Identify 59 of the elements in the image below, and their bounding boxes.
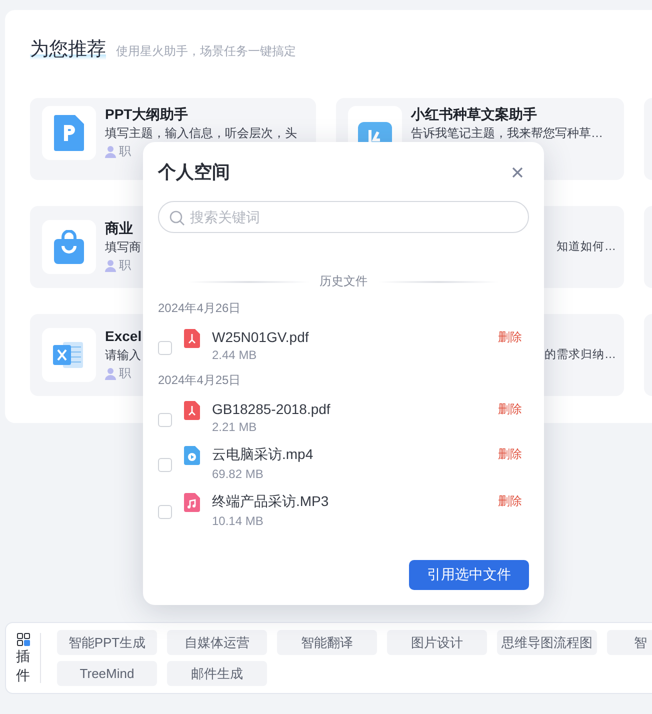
- card-tag: 职: [119, 143, 131, 160]
- search-icon: [169, 210, 185, 226]
- card-title: 小红书种草文案助手: [411, 106, 537, 123]
- card-title: 商业: [105, 220, 133, 237]
- card-description: 请输入: [105, 348, 141, 362]
- card-description: 知道如何…: [556, 240, 616, 254]
- use-selected-files-button[interactable]: 引用选中文件: [409, 560, 529, 590]
- person-icon: [105, 146, 116, 158]
- date-label: 2024年4月25日: [158, 372, 242, 389]
- file-name: W25N01GV.pdf: [212, 329, 310, 345]
- file-name: 终端产品采访.MP3: [212, 493, 330, 511]
- plugin-chip[interactable]: 图片设计: [387, 630, 487, 655]
- card-description: 填写主题，输入信息，听会层次，头: [105, 126, 297, 140]
- file-size: 10.14 MB: [212, 514, 264, 528]
- section-title: 为您推荐: [30, 36, 106, 62]
- delete-link[interactable]: 删除: [498, 446, 522, 463]
- plugin-chip[interactable]: 智能PPT生成: [57, 630, 157, 655]
- file-size: 2.44 MB: [212, 348, 258, 362]
- spreadsheet-icon: [53, 339, 85, 371]
- plugins-label: 件: [16, 666, 30, 684]
- delete-link[interactable]: 删除: [498, 401, 522, 418]
- card-description: 的需求归纳…: [544, 348, 616, 362]
- plugin-chip[interactable]: 智能翻译: [277, 630, 377, 655]
- search-field[interactable]: 搜索关键词: [158, 201, 529, 233]
- card-tag: 职: [119, 365, 131, 382]
- close-icon: [512, 166, 523, 178]
- card-description: 告诉我笔记主题，我来帮您写种草…: [411, 126, 603, 140]
- file-checkbox[interactable]: [158, 458, 172, 472]
- person-icon: [105, 260, 116, 272]
- music-file-icon: [184, 493, 200, 512]
- plugin-chip[interactable]: 智: [607, 630, 652, 655]
- pdf-file-icon: [184, 329, 200, 348]
- file-checkbox[interactable]: [158, 341, 172, 355]
- card-description: 填写商: [105, 240, 141, 254]
- shopping-bag-icon: [54, 230, 84, 264]
- file-name: 云电脑采访.mp4: [212, 446, 314, 464]
- plugins-icon: [16, 632, 30, 646]
- file-size: 69.82 MB: [212, 467, 264, 481]
- card-title: PPT大纲助手: [105, 106, 188, 123]
- card-title: Excel: [105, 328, 142, 345]
- plugin-chip[interactable]: TreeMind: [57, 661, 157, 686]
- section-subtitle: 使用星火助手，场景任务一键搞定: [116, 43, 296, 60]
- plugin-chip[interactable]: 自媒体运营: [167, 630, 267, 655]
- presentation-file-icon: [54, 115, 84, 151]
- delete-link[interactable]: 删除: [498, 493, 522, 510]
- person-icon: [105, 368, 116, 380]
- file-checkbox[interactable]: [158, 505, 172, 519]
- video-file-icon: [184, 446, 200, 465]
- plugin-chip[interactable]: 思维导图流程图: [497, 630, 597, 655]
- file-name: GB18285-2018.pdf: [212, 401, 332, 417]
- file-size: 2.21 MB: [212, 420, 258, 434]
- plugins-label: 插: [16, 648, 30, 664]
- file-checkbox[interactable]: [158, 413, 172, 427]
- card-tag: 职: [119, 257, 131, 274]
- date-label: 2024年4月26日: [158, 300, 242, 317]
- section-label: 历史文件: [320, 273, 368, 290]
- pdf-file-icon: [184, 401, 200, 420]
- delete-link[interactable]: 删除: [498, 329, 522, 346]
- plugin-chip[interactable]: 邮件生成: [167, 661, 267, 686]
